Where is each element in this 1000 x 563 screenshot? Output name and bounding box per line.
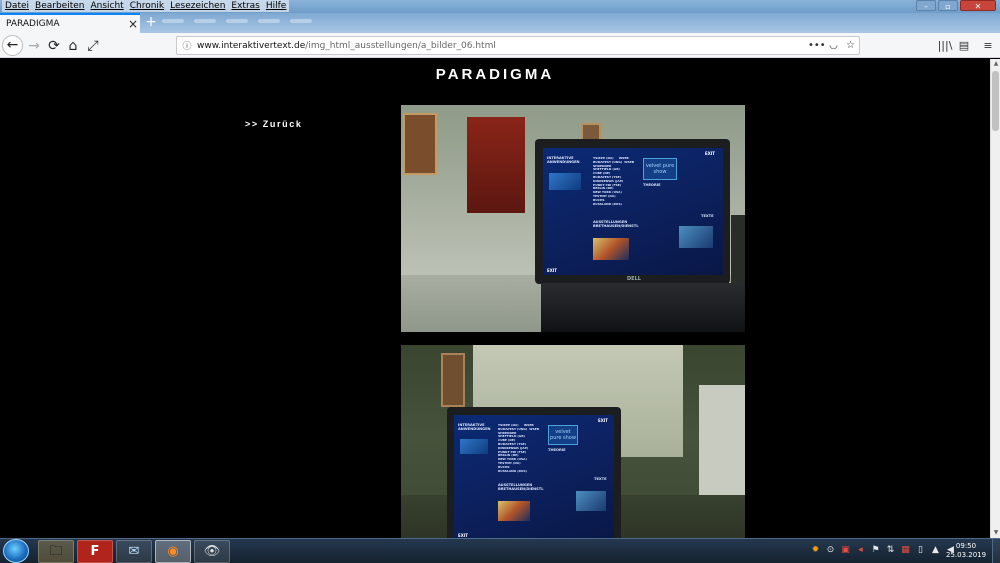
page-title: PARADIGMA (435, 66, 555, 83)
menu-datei[interactable]: Datei (2, 0, 33, 12)
taskbar-clock[interactable]: 09:50 25.03.2019 (946, 542, 986, 560)
tray-network-sync-icon[interactable]: ⇅ (885, 545, 896, 555)
system-tray: ✹ ⊙ ▣ ◂ ⚑ ⇅ ▦ ▯ ▲ ◀ (810, 545, 956, 555)
pocket-icon[interactable]: ◡ (825, 40, 842, 51)
home-icon[interactable]: ⌂ (63, 36, 83, 56)
url-path: /img_html_ausstellungen/a_bilder_06.html (305, 40, 496, 51)
library-icon[interactable]: |||\ (936, 37, 954, 55)
tray-app-icon[interactable]: ✹ (810, 545, 821, 555)
filezilla-icon[interactable]: F (77, 540, 113, 563)
menu-hilfe[interactable]: Hilfe (262, 0, 290, 12)
page-actions-icon[interactable]: ••• (808, 40, 826, 51)
tray-speaker-alert-icon[interactable]: ◂ (855, 545, 866, 555)
close-window-button[interactable]: ✕ (960, 0, 996, 11)
clock-time: 09:50 (955, 542, 977, 550)
screen-theorie: THEORIE (643, 183, 661, 187)
screen-entries-2: YSIKPE (DA) WSEB BUDAPEST (UNG) WSEB SHR… (498, 423, 540, 473)
thunderbird-icon[interactable]: ✉ (116, 540, 152, 563)
laptop-screen: INTERAKTIVE ANWENDUNGEN YSIKPE (DA) WSEB… (543, 148, 723, 275)
tray-flag-icon[interactable]: ⚑ (870, 545, 881, 555)
screen-exhibition-image-2 (498, 501, 530, 521)
screen-exhibition-image (593, 238, 629, 260)
exhibition-photo-2: INTERAKTIVE ANWENDUNGEN YSIKPE (DA) WSEB… (401, 345, 745, 538)
radiator (731, 215, 745, 285)
tab-close-icon[interactable]: × (126, 17, 140, 31)
screen-texte: TEXTE (701, 214, 714, 218)
tray-battery-icon[interactable]: ▯ (915, 545, 926, 555)
info-icon[interactable]: ⓘ (177, 39, 197, 52)
show-desktop-button[interactable] (992, 539, 1000, 563)
laptop-lid-2: INTERAKTIVE ANWENDUNGEN YSIKPE (DA) WSEB… (447, 407, 621, 538)
tray-monitor-icon[interactable]: ▣ (840, 545, 851, 555)
menu-chronik[interactable]: Chronik (126, 0, 168, 12)
start-button[interactable] (3, 539, 29, 563)
navigation-toolbar: ← → ⟳ ⌂ ⤢ ⓘ www.interaktivertext.de/img_… (0, 33, 1000, 58)
screen-exit-top: EXIT (705, 151, 716, 156)
screen-thumbnail-2 (460, 439, 488, 454)
menubar: Datei Bearbeiten Ansicht Chronik Lesezei… (0, 0, 290, 12)
url-text[interactable]: www.interaktivertext.de/img_html_ausstel… (197, 41, 808, 51)
address-bar[interactable]: ⓘ www.interaktivertext.de/img_html_ausst… (176, 36, 860, 55)
tab-strip: PARADIGMA × + (0, 13, 1000, 33)
reload-icon[interactable]: ⟳ (44, 36, 64, 56)
fullscreen-icon[interactable]: ⤢ (83, 36, 103, 56)
laptop-brand: DELL (627, 276, 641, 282)
screen-texte-image-2 (576, 491, 606, 511)
screen-heading-2: INTERAKTIVE ANWENDUNGEN (458, 423, 491, 432)
image-viewer-icon[interactable]: 👁 (194, 540, 230, 563)
laptop-lid: INTERAKTIVE ANWENDUNGEN YSIKPE (DA) WSEB… (535, 139, 730, 284)
screen-texte-image (679, 226, 713, 248)
menu-extras[interactable]: Extras (228, 0, 263, 12)
explorer-icon[interactable]: 🗀 (38, 540, 74, 563)
screen-logo-box: velvet pure show (643, 158, 677, 180)
url-host: www.interaktivertext.de (197, 40, 306, 51)
screen-entries: YSIKPE (DA) WSEB BUDAPEST (UNG) WSEB SHR… (593, 156, 635, 206)
exhibition-photo-1: INTERAKTIVE ANWENDUNGEN YSIKPE (DA) WSEB… (401, 105, 745, 332)
laptop-keyboard (541, 283, 745, 332)
clock-date: 25.03.2019 (946, 551, 987, 559)
sidebar-icon[interactable]: ▤ (955, 37, 973, 55)
hamburger-menu-icon[interactable]: ≡ (979, 37, 997, 55)
wall-painting-2 (441, 353, 465, 407)
screen-exit-top-2: EXIT (598, 418, 609, 423)
tray-camera-icon[interactable]: ⊙ (825, 545, 836, 555)
maximize-button[interactable]: ▫ (938, 0, 958, 11)
tray-security-icon[interactable]: ▦ (900, 545, 911, 555)
screen-ausstellungen: AUSSTELLUNGEN BRETHAUSEN/DIENSTL (593, 220, 639, 229)
scroll-up-arrow-icon[interactable]: ▲ (991, 59, 1000, 69)
tab-title: PARADIGMA (6, 19, 60, 29)
screen-heading: INTERAKTIVE ANWENDUNGEN (547, 156, 580, 165)
tabstrip-background (162, 19, 312, 23)
new-tab-icon[interactable]: + (144, 15, 158, 29)
screen-thumbnail (549, 173, 581, 190)
window-controls: – ▫ ✕ (916, 0, 996, 11)
screen-theorie-2: THEORIE (548, 448, 566, 452)
back-arrow-icon[interactable]: ← (2, 35, 23, 56)
scroll-down-arrow-icon[interactable]: ▼ (991, 528, 1000, 538)
firefox-icon[interactable]: ◉ (155, 540, 191, 563)
page-viewport: PARADIGMA >> Zurück INTERAKTIVE ANWENDUN… (0, 59, 990, 538)
tray-signal-icon[interactable]: ▲ (930, 545, 941, 555)
screen-logo-2: velvet pure show (550, 429, 576, 441)
screen-texte-2: TEXTE (594, 477, 607, 481)
menu-ansicht[interactable]: Ansicht (87, 0, 127, 12)
window-titlebar: Datei Bearbeiten Ansicht Chronik Lesezei… (0, 0, 1000, 13)
minimize-button[interactable]: – (916, 0, 936, 11)
menu-lesezeichen[interactable]: Lesezeichen (167, 0, 229, 12)
screen-logo: velvet pure show (645, 163, 675, 175)
menu-bearbeiten[interactable]: Bearbeiten (32, 0, 88, 12)
back-link[interactable]: >> Zurück (245, 119, 302, 129)
screen-exit-bottom: EXIT (547, 268, 558, 273)
vertical-scrollbar[interactable]: ▲ ▼ (990, 59, 1000, 538)
wall-poster-red (467, 117, 525, 213)
laptop-screen-2: INTERAKTIVE ANWENDUNGEN YSIKPE (DA) WSEB… (454, 415, 614, 538)
windows-taskbar: 🗀 F ✉ ◉ 👁 ✹ ⊙ ▣ ◂ ⚑ ⇅ ▦ ▯ ▲ ◀ 09:50 25.0… (0, 538, 1000, 563)
screen-ausstellungen-2: AUSSTELLUNGEN BRETHAUSEN/DIENSTL (498, 483, 544, 492)
bookmark-star-icon[interactable]: ☆ (842, 40, 859, 51)
tab-paradigma[interactable]: PARADIGMA × (0, 13, 140, 33)
wall-painting (403, 113, 437, 175)
scrollbar-thumb[interactable] (992, 71, 999, 131)
forward-arrow-icon[interactable]: → (24, 36, 44, 56)
screen-logo-box-2: velvet pure show (548, 425, 578, 445)
